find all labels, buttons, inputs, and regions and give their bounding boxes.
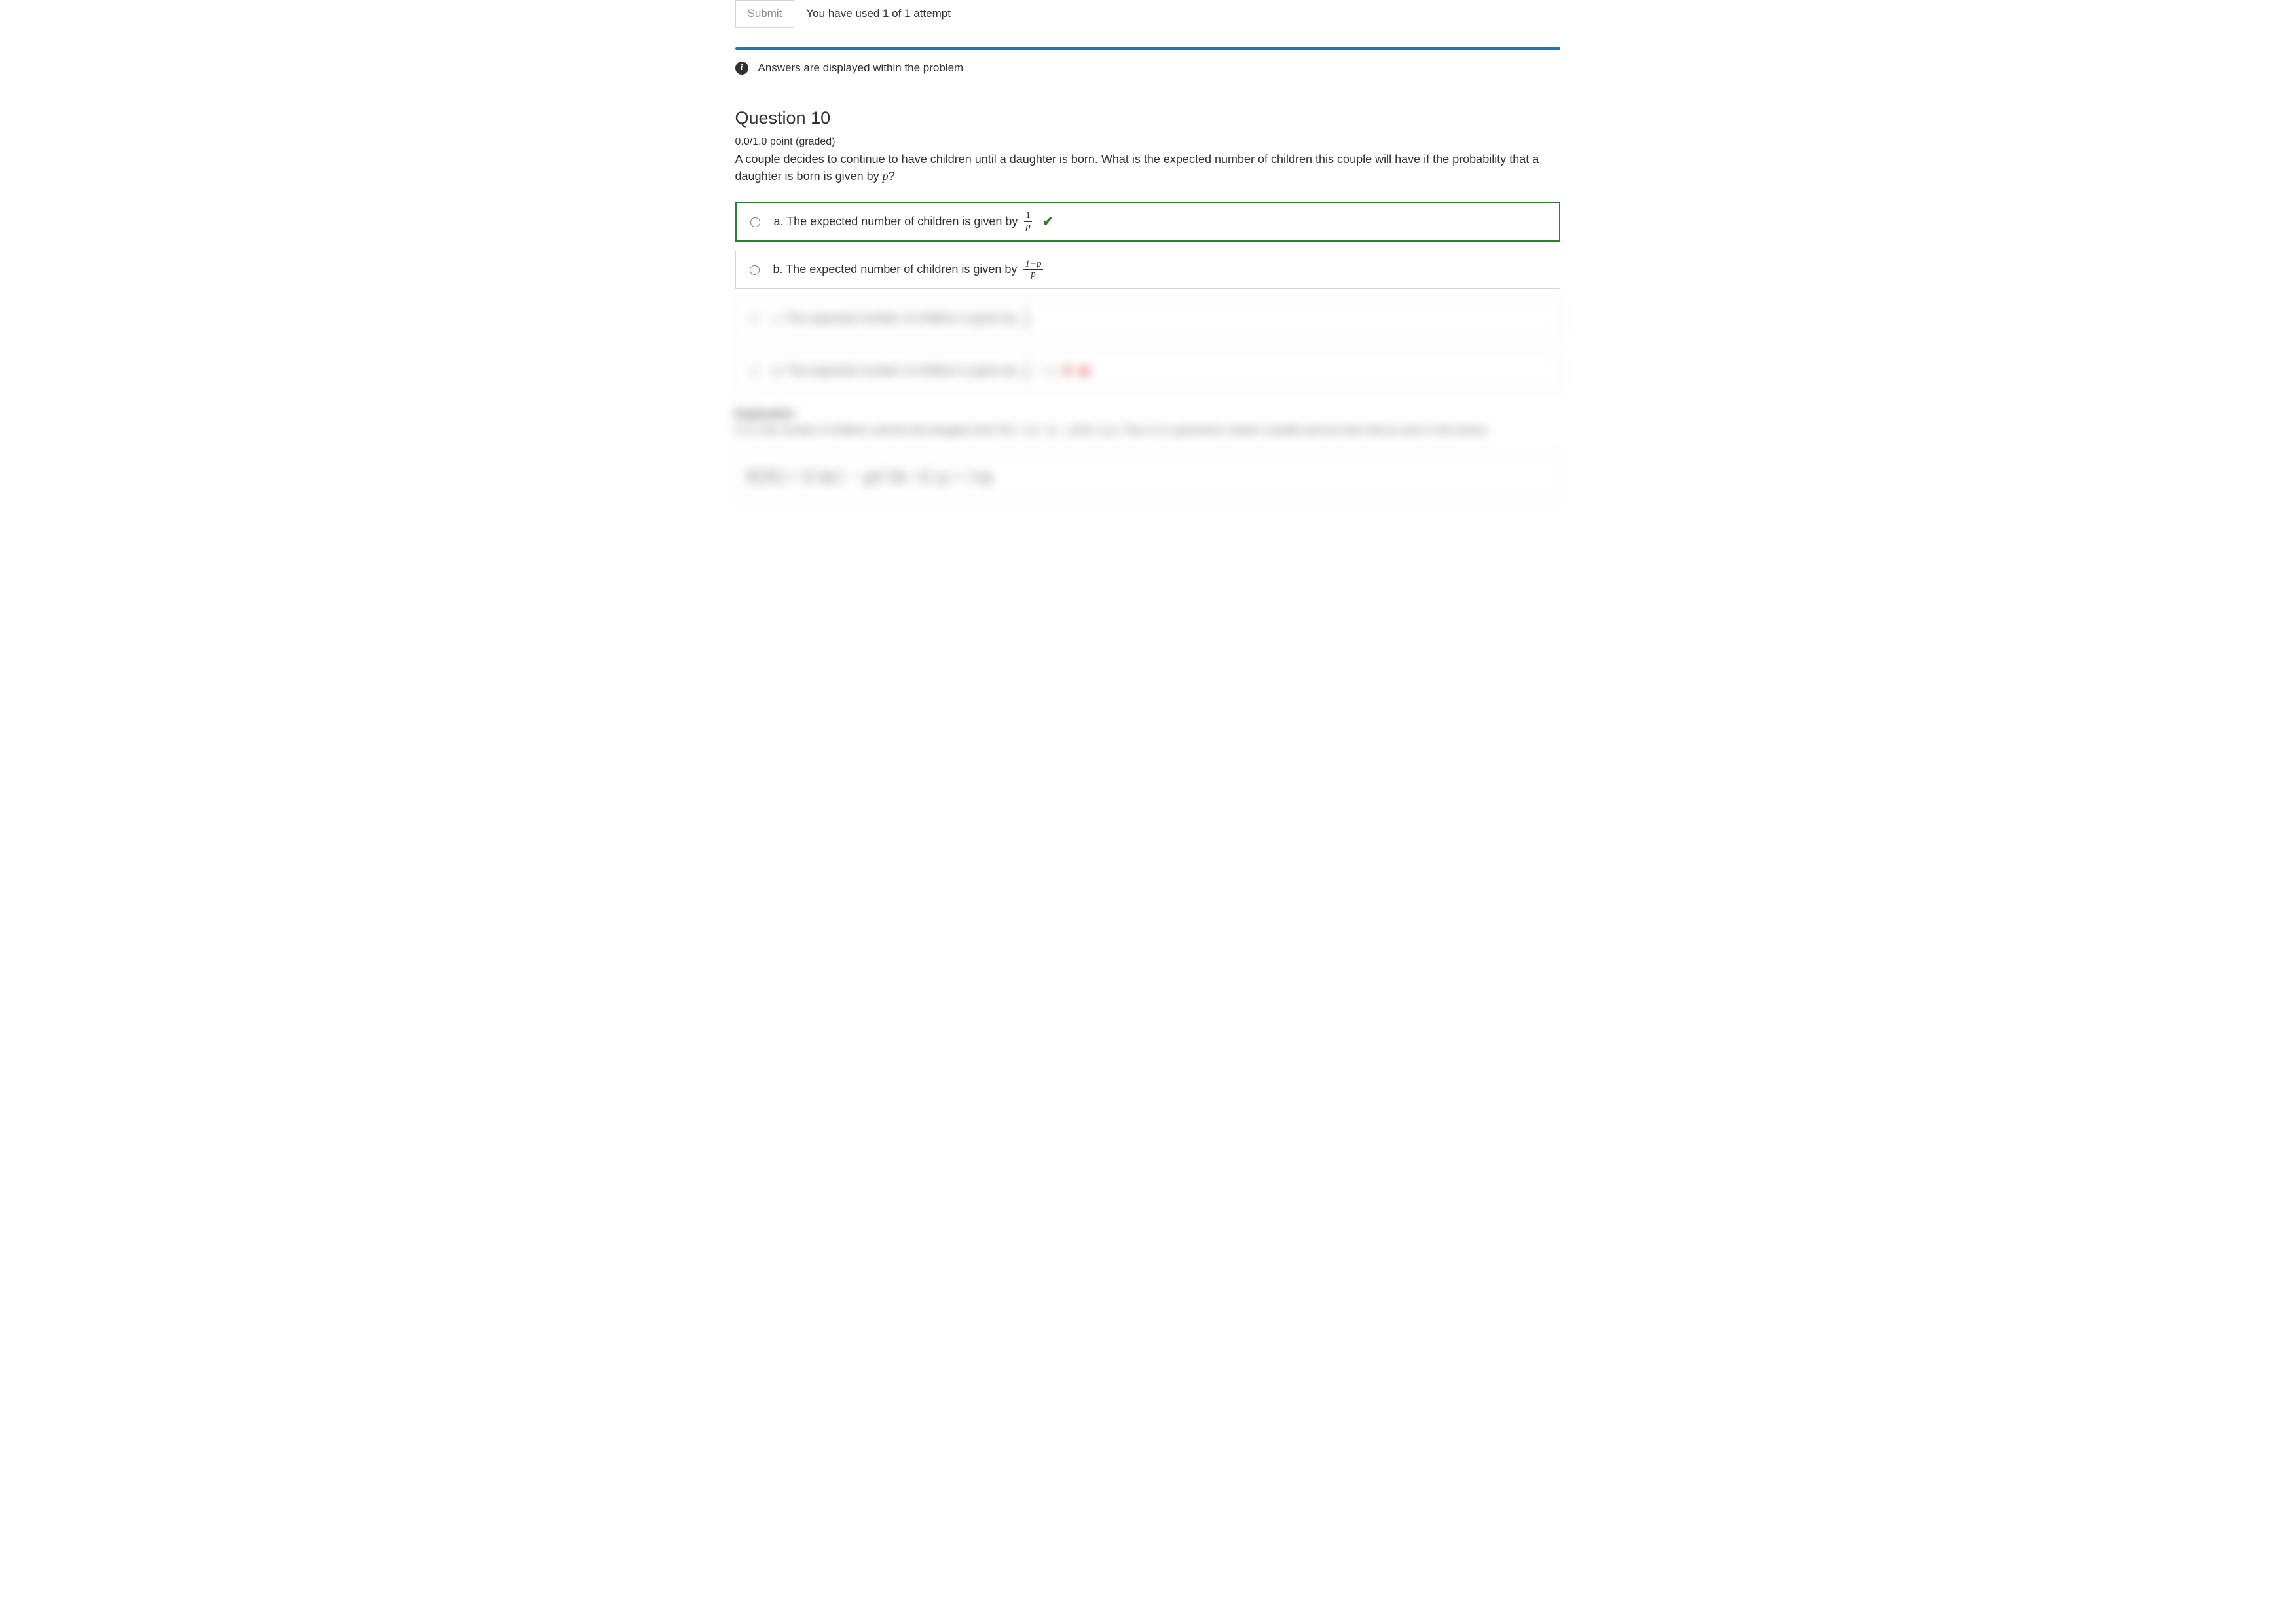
choice-a-text: a. The expected number of children is gi…: [774, 215, 1018, 229]
choice-c-radio: [750, 314, 760, 324]
submit-row: Submit You have used 1 of 1 attempt: [735, 0, 1560, 28]
choice-b[interactable]: b. The expected number of children is gi…: [735, 251, 1560, 289]
choice-b-text: b. The expected number of children is gi…: [773, 263, 1018, 276]
submit-button[interactable]: Submit: [735, 0, 795, 28]
choice-d-denominator: p: [1023, 371, 1031, 382]
info-banner-text: Answers are displayed within the problem: [758, 62, 964, 75]
explanation-heading: Explanation: [735, 409, 1560, 420]
choice-c-content: c. The expected number of children is gi…: [773, 308, 1033, 329]
choice-d-content: d. The expected number of children is gi…: [773, 361, 1088, 382]
section-divider: [735, 47, 1560, 50]
question-title: Question 10: [735, 108, 1560, 128]
choice-d-fraction: 1 p: [1023, 361, 1031, 382]
choice-a-fraction: 1 p: [1024, 211, 1032, 232]
choice-c-text: c. The expected number of children is gi…: [773, 312, 1017, 325]
choice-d-numerator: 1: [1023, 361, 1031, 372]
info-icon: i: [735, 62, 748, 75]
blurred-preview-zone: c. The expected number of children is gi…: [735, 298, 1560, 500]
choice-d-radio: [750, 367, 760, 377]
choice-c: c. The expected number of children is gi…: [735, 298, 1560, 339]
choice-d: d. The expected number of children is gi…: [735, 351, 1560, 392]
choice-b-content: b. The expected number of children is gi…: [773, 259, 1046, 281]
page-container: Submit You have used 1 of 1 attempt i An…: [722, 0, 1573, 540]
choice-a-radio[interactable]: [750, 217, 760, 227]
explanation-formula: E[X] = Σ k(1 − p)^{k−1} p = 1/p: [735, 453, 1560, 500]
choice-c-fraction: 1 p: [1023, 308, 1031, 329]
choice-a-content: a. The expected number of children is gi…: [774, 211, 1054, 232]
choice-c-numerator: 1: [1023, 308, 1031, 319]
choice-c-denominator: p: [1023, 319, 1031, 329]
choice-a-denominator: p: [1024, 222, 1032, 232]
choice-b-numerator: 1−p: [1023, 259, 1042, 270]
choice-d-extra: − 1: [1038, 364, 1055, 378]
x-icon: ✖: [1062, 364, 1072, 378]
choice-d-text: d. The expected number of children is gi…: [773, 364, 1018, 378]
question-score: 0.0/1.0 point (graded): [735, 136, 1560, 148]
explanation-body: If X is the number of children until the…: [735, 423, 1560, 439]
attempt-status-text: You have used 1 of 1 attempt: [806, 7, 951, 20]
choice-b-fraction: 1−p p: [1023, 259, 1042, 281]
choice-b-denominator: p: [1029, 270, 1037, 280]
question-body: A couple decides to continue to have chi…: [735, 151, 1560, 185]
choice-b-radio[interactable]: [750, 265, 760, 275]
choice-a[interactable]: a. The expected number of children is gi…: [735, 202, 1560, 242]
check-icon: ✔: [1042, 213, 1054, 230]
question-body-prefix: A couple decides to continue to have chi…: [735, 153, 1539, 183]
question-body-variable: p: [883, 170, 889, 183]
incorrect-dot-icon: [1080, 367, 1088, 375]
choice-a-numerator: 1: [1024, 211, 1032, 222]
info-banner: i Answers are displayed within the probl…: [735, 58, 1560, 88]
question-body-suffix: ?: [889, 170, 895, 183]
